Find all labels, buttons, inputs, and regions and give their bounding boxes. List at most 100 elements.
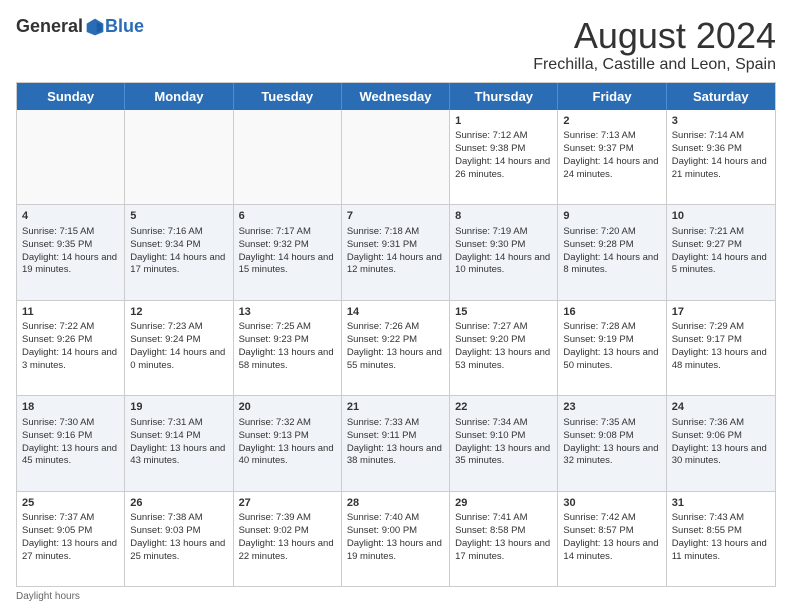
day-info: Sunrise: 7:14 AM Sunset: 9:36 PM Dayligh… [672,130,767,179]
page: General Blue August 2024 Frechilla, Cast… [0,0,792,612]
day-info: Sunrise: 7:25 AM Sunset: 9:23 PM Dayligh… [239,321,334,370]
day-number: 24 [672,400,770,415]
calendar-cell: 2Sunrise: 7:13 AM Sunset: 9:37 PM Daylig… [558,110,666,204]
logo-blue-text: Blue [105,16,144,37]
day-number: 10 [672,209,770,224]
day-info: Sunrise: 7:34 AM Sunset: 9:10 PM Dayligh… [455,417,550,466]
day-number: 28 [347,496,444,511]
day-info: Sunrise: 7:28 AM Sunset: 9:19 PM Dayligh… [563,321,658,370]
day-number: 6 [239,209,336,224]
footer-note: Daylight hours [16,591,776,602]
calendar-cell: 23Sunrise: 7:35 AM Sunset: 9:08 PM Dayli… [558,396,666,490]
day-number: 9 [563,209,660,224]
calendar-cell: 19 Sunrise: 7:31 AM Sunset: 9:14 PM Dayli… [125,396,233,490]
calendar-cell: 27Sunrise: 7:39 AM Sunset: 9:02 PM Dayli… [234,492,342,586]
day-info: Sunrise: 7:37 AM Sunset: 9:05 PM Dayligh… [22,512,117,561]
calendar: SundayMondayTuesdayWednesdayThursdayFrid… [16,82,776,587]
calendar-cell: 28Sunrise: 7:40 AM Sunset: 9:00 PM Dayli… [342,492,450,586]
calendar-cell: 31Sunrise: 7:43 AM Sunset: 8:55 PM Dayli… [667,492,775,586]
calendar-row: 11Sunrise: 7:22 AM Sunset: 9:26 PM Dayli… [17,301,775,396]
calendar-header-cell: Thursday [450,83,558,110]
day-info: Sunrise: 7:21 AM Sunset: 9:27 PM Dayligh… [672,226,767,275]
day-info: Sunrise: 7:29 AM Sunset: 9:17 PM Dayligh… [672,321,767,370]
day-number: 13 [239,305,336,320]
day-number: 8 [455,209,552,224]
day-info: Sunrise: 7:12 AM Sunset: 9:38 PM Dayligh… [455,130,550,179]
calendar-header-cell: Monday [125,83,233,110]
calendar-cell: 12Sunrise: 7:23 AM Sunset: 9:24 PM Dayli… [125,301,233,395]
day-info: Sunrise: 7:16 AM Sunset: 9:34 PM Dayligh… [130,226,225,275]
calendar-header-cell: Tuesday [234,83,342,110]
calendar-cell: 16Sunrise: 7:28 AM Sunset: 9:19 PM Dayli… [558,301,666,395]
calendar-cell: 8 Sunrise: 7:19 AM Sunset: 9:30 PM Daylig… [450,205,558,299]
day-number: 30 [563,496,660,511]
main-title: August 2024 [533,16,776,56]
calendar-cell: 11Sunrise: 7:22 AM Sunset: 9:26 PM Dayli… [17,301,125,395]
subtitle: Frechilla, Castille and Leon, Spain [533,56,776,74]
calendar-cell: 22Sunrise: 7:34 AM Sunset: 9:10 PM Dayli… [450,396,558,490]
calendar-cell: 20Sunrise: 7:32 AM Sunset: 9:13 PM Dayli… [234,396,342,490]
day-info: Sunrise: 7:43 AM Sunset: 8:55 PM Dayligh… [672,512,767,561]
day-info: Sunrise: 7:15 AM Sunset: 9:35 PM Dayligh… [22,226,117,275]
calendar-header: SundayMondayTuesdayWednesdayThursdayFrid… [17,83,775,110]
calendar-row: 4 Sunrise: 7:15 AM Sunset: 9:35 PM Daylig… [17,205,775,300]
day-info: Sunrise: 7:42 AM Sunset: 8:57 PM Dayligh… [563,512,658,561]
calendar-header-cell: Friday [558,83,666,110]
day-info: Sunrise: 7:38 AM Sunset: 9:03 PM Dayligh… [130,512,225,561]
calendar-header-cell: Saturday [667,83,775,110]
day-number: 18 [22,400,119,415]
calendar-cell: 3Sunrise: 7:14 AM Sunset: 9:36 PM Daylig… [667,110,775,204]
day-number: 16 [563,305,660,320]
logo-general-text: General [16,16,83,37]
day-info: Sunrise: 7:33 AM Sunset: 9:11 PM Dayligh… [347,417,442,466]
calendar-header-cell: Sunday [17,83,125,110]
day-number: 17 [672,305,770,320]
day-info: Sunrise: 7:18 AM Sunset: 9:31 PM Dayligh… [347,226,442,275]
calendar-cell: 1Sunrise: 7:12 AM Sunset: 9:38 PM Daylig… [450,110,558,204]
calendar-cell: 25Sunrise: 7:37 AM Sunset: 9:05 PM Dayli… [17,492,125,586]
calendar-cell: 26Sunrise: 7:38 AM Sunset: 9:03 PM Dayli… [125,492,233,586]
day-number: 4 [22,209,119,224]
calendar-cell [234,110,342,204]
calendar-cell: 6Sunrise: 7:17 AM Sunset: 9:32 PM Daylig… [234,205,342,299]
calendar-cell: 21 Sunrise: 7:33 AM Sunset: 9:11 PM Dayli… [342,396,450,490]
day-number: 29 [455,496,552,511]
title-block: August 2024 Frechilla, Castille and Leon… [533,16,776,74]
day-info: Sunrise: 7:30 AM Sunset: 9:16 PM Dayligh… [22,417,117,466]
calendar-cell: 9 Sunrise: 7:20 AM Sunset: 9:28 PM Daylig… [558,205,666,299]
day-number: 25 [22,496,119,511]
calendar-cell: 15Sunrise: 7:27 AM Sunset: 9:20 PM Dayli… [450,301,558,395]
day-number: 27 [239,496,336,511]
day-number: 19 [130,400,227,415]
calendar-row: 1Sunrise: 7:12 AM Sunset: 9:38 PM Daylig… [17,110,775,205]
logo-icon [85,17,105,37]
calendar-cell [342,110,450,204]
day-info: Sunrise: 7:39 AM Sunset: 9:02 PM Dayligh… [239,512,334,561]
day-info: Sunrise: 7:41 AM Sunset: 8:58 PM Dayligh… [455,512,550,561]
day-info: Sunrise: 7:40 AM Sunset: 9:00 PM Dayligh… [347,512,442,561]
day-info: Sunrise: 7:26 AM Sunset: 9:22 PM Dayligh… [347,321,442,370]
calendar-cell [17,110,125,204]
day-info: Sunrise: 7:19 AM Sunset: 9:30 PM Dayligh… [455,226,550,275]
calendar-cell [125,110,233,204]
day-info: Sunrise: 7:36 AM Sunset: 9:06 PM Dayligh… [672,417,767,466]
day-info: Sunrise: 7:22 AM Sunset: 9:26 PM Dayligh… [22,321,117,370]
day-info: Sunrise: 7:31 AM Sunset: 9:14 PM Dayligh… [130,417,225,466]
day-number: 2 [563,114,660,129]
calendar-cell: 14Sunrise: 7:26 AM Sunset: 9:22 PM Dayli… [342,301,450,395]
day-number: 23 [563,400,660,415]
calendar-cell: 5Sunrise: 7:16 AM Sunset: 9:34 PM Daylig… [125,205,233,299]
calendar-cell: 24 Sunrise: 7:36 AM Sunset: 9:06 PM Dayli… [667,396,775,490]
day-number: 21 [347,400,444,415]
calendar-cell: 7Sunrise: 7:18 AM Sunset: 9:31 PM Daylig… [342,205,450,299]
day-number: 31 [672,496,770,511]
calendar-cell: 18 Sunrise: 7:30 AM Sunset: 9:16 PM Dayli… [17,396,125,490]
day-info: Sunrise: 7:23 AM Sunset: 9:24 PM Dayligh… [130,321,225,370]
day-info: Sunrise: 7:20 AM Sunset: 9:28 PM Dayligh… [563,226,658,275]
calendar-header-cell: Wednesday [342,83,450,110]
day-number: 12 [130,305,227,320]
day-number: 3 [672,114,770,129]
day-info: Sunrise: 7:13 AM Sunset: 9:37 PM Dayligh… [563,130,658,179]
day-info: Sunrise: 7:32 AM Sunset: 9:13 PM Dayligh… [239,417,334,466]
calendar-cell: 30Sunrise: 7:42 AM Sunset: 8:57 PM Dayli… [558,492,666,586]
